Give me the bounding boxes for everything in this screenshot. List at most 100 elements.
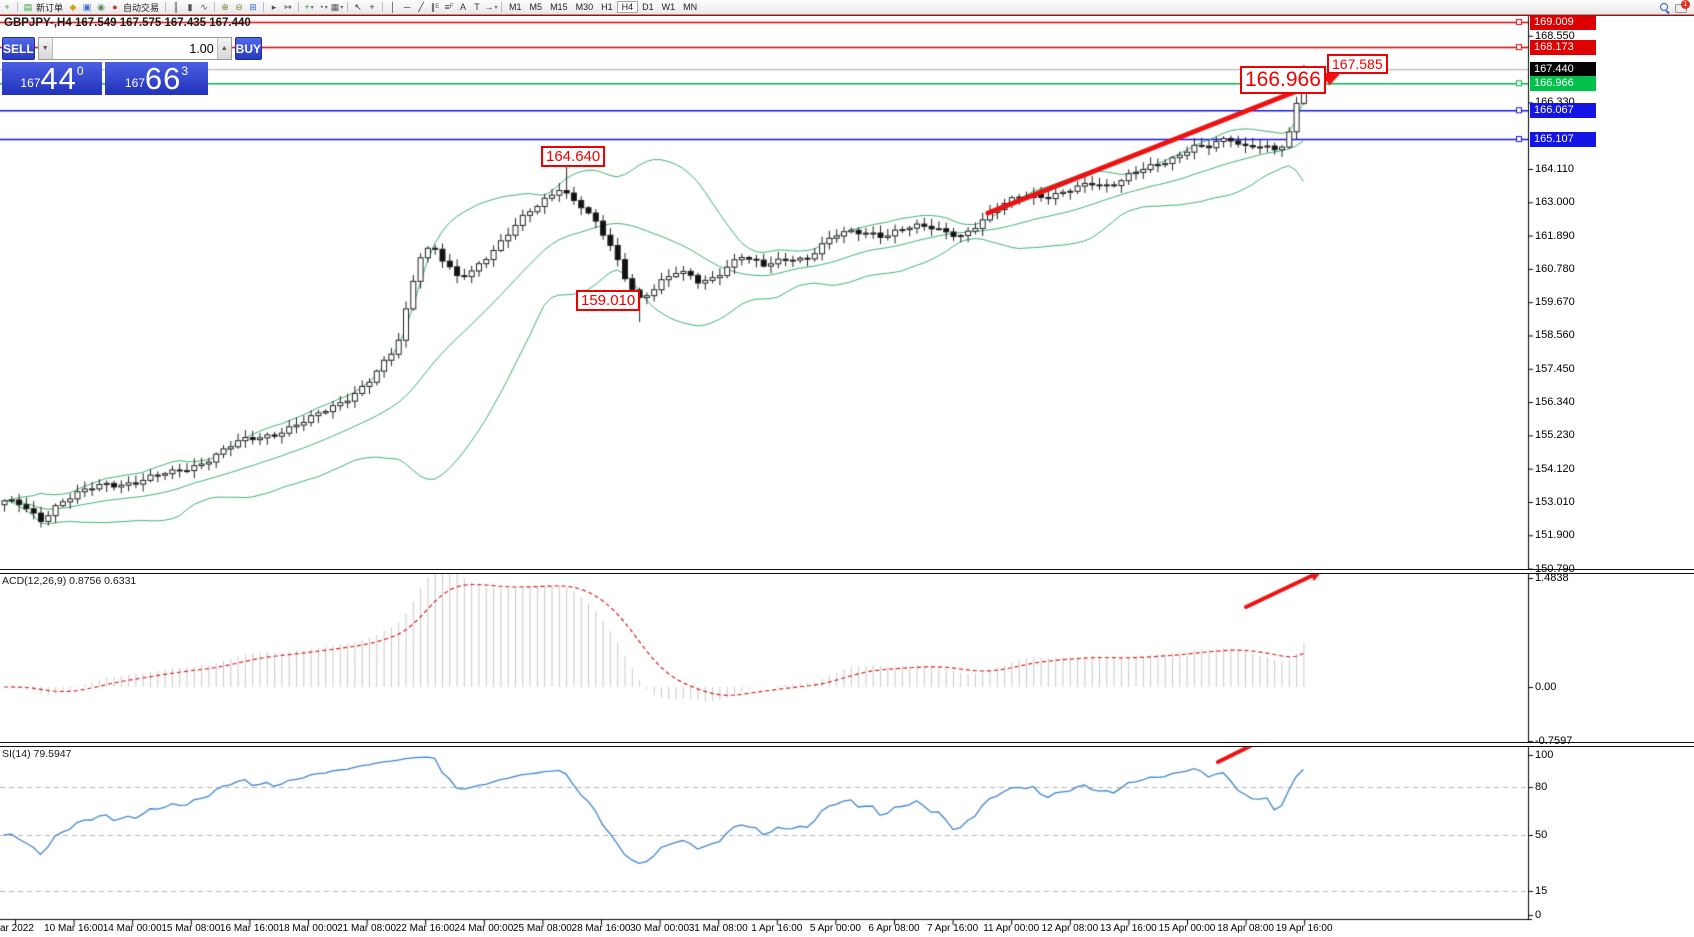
price-axis-tick: 157.450 [1535, 363, 1575, 375]
toolbar-separator [17, 2, 18, 12]
macd-axis-label: -0.7597 [1535, 735, 1572, 747]
auto-trading-button[interactable]: ● [108, 1, 122, 14]
price-axis-tick: 160.780 [1535, 263, 1575, 275]
macd-axis-label: 0.00 [1535, 681, 1556, 693]
bar-chart-icon[interactable]: ║ [169, 1, 183, 14]
new-order-button[interactable]: ▤ [21, 1, 35, 14]
price-axis-tick: 161.890 [1535, 230, 1575, 242]
price-line-label: 165.107 [1530, 132, 1596, 147]
current-price-label: 167.440 [1530, 62, 1596, 77]
volume-increase-button[interactable]: ▲ [217, 38, 231, 59]
time-axis-label: 19 Apr 16:00 [1264, 923, 1344, 934]
timeframe-h1[interactable]: H1 [597, 1, 617, 13]
macd-axis-label: 1.4838 [1535, 572, 1569, 584]
sell-price-main: 44 [40, 62, 76, 95]
toolbar: +▤新订单◆▣◉●自动交易║▮∿⊕⊖⊞▸↦+▾◔▾▦▾↖+│─╱∥E≡FAT→▾… [0, 0, 1694, 15]
toolbar-separator [214, 2, 215, 12]
price-axis-tick: 155.230 [1535, 429, 1575, 441]
toolbar-right-group: 1 [1660, 2, 1688, 13]
candlestick-chart-icon[interactable]: ▮ [183, 1, 197, 14]
rsi-axis-label: 80 [1535, 781, 1547, 793]
rsi-axis-label: 15 [1535, 885, 1547, 897]
rsi-pane-separator[interactable] [0, 742, 1694, 747]
toolbar-separator [165, 2, 166, 12]
timeframe-w1[interactable]: W1 [658, 1, 680, 13]
sell-price-box[interactable]: 167 44 0 [2, 62, 102, 95]
trendline-icon[interactable]: ╱ [414, 1, 428, 14]
crosshair-icon[interactable]: + [365, 1, 379, 14]
price-axis-tick: 163.000 [1535, 196, 1575, 208]
timeframe-d1[interactable]: D1 [638, 1, 658, 13]
templates-icon[interactable]: ▦▾ [330, 1, 344, 14]
arrows-icon[interactable]: →▾ [484, 1, 498, 14]
periods-clock-icon[interactable]: ◔▾ [316, 1, 330, 14]
timeframe-m30[interactable]: M30 [572, 1, 598, 13]
chart-overlay: GBPJPY-,H4 167.549 167.575 167.435 167.4… [0, 0, 1694, 937]
rsi-axis-label: 100 [1535, 749, 1553, 761]
buy-price-box[interactable]: 167 66 3 [105, 62, 208, 95]
market-window-icon[interactable]: ▣ [80, 1, 94, 14]
price-axis-tick: 156.340 [1535, 396, 1575, 408]
chart-shift-icon[interactable]: ↦ [281, 1, 295, 14]
vertical-line-icon[interactable]: │ [386, 1, 400, 14]
macd-pane-separator[interactable] [0, 569, 1694, 574]
price-annotation[interactable]: 159.010 [576, 290, 640, 311]
toolbar-separator [347, 2, 348, 12]
price-annotation[interactable]: 164.640 [541, 146, 605, 167]
new-order-button-label: 新订单 [36, 1, 63, 14]
timeframe-m5[interactable]: M5 [526, 1, 547, 13]
text-label-icon[interactable]: T [470, 1, 484, 14]
buy-price-prefix: 167 [125, 76, 145, 95]
price-line-label: 168.173 [1530, 40, 1596, 55]
price-line-label: 166.067 [1530, 103, 1596, 118]
notifications-icon[interactable]: 1 [1675, 2, 1688, 13]
cursor-icon[interactable]: ↖ [351, 1, 365, 14]
volume-input[interactable] [53, 38, 217, 59]
timeframe-h4[interactable]: H4 [617, 1, 639, 13]
tile-windows-icon[interactable]: ⊞ [246, 1, 260, 14]
toolbar-separator [263, 2, 264, 12]
price-annotation[interactable]: 166.966 [1240, 66, 1326, 94]
timeframe-m1[interactable]: M1 [505, 1, 526, 13]
line-chart-icon[interactable]: ∿ [197, 1, 211, 14]
styler-icon[interactable]: ◆ [66, 1, 80, 14]
price-axis-tick: 153.010 [1535, 496, 1575, 508]
toolbar-separator [501, 2, 502, 12]
timeframe-group: M1M5M15M30H1H4D1W1MN [505, 0, 701, 14]
buy-price-main: 66 [145, 62, 181, 95]
price-line-label: 169.009 [1530, 15, 1596, 30]
buy-button[interactable]: BUY [235, 37, 262, 60]
search-icon[interactable] [1660, 3, 1669, 12]
one-click-trade-panel: SELL ▼ ▲ BUY 167 44 0 167 66 3 [2, 37, 208, 95]
price-line-label: 166.966 [1530, 76, 1596, 91]
mt4-window: +▤新订单◆▣◉●自动交易║▮∿⊕⊖⊞▸↦+▾◔▾▦▾↖+│─╱∥E≡FAT→▾… [0, 0, 1694, 937]
auto-scroll-icon[interactable]: ▸ [267, 1, 281, 14]
toolbar-left-group: +▤新订单◆▣◉●自动交易║▮∿⊕⊖⊞▸↦+▾◔▾▦▾↖+│─╱∥E≡FAT→▾ [0, 0, 505, 14]
price-axis-tick: 164.110 [1535, 163, 1574, 175]
signals-icon[interactable]: ◉ [94, 1, 108, 14]
price-axis-tick: 159.670 [1535, 296, 1575, 308]
indicators-icon[interactable]: +▾ [302, 1, 316, 14]
fibonacci-icon[interactable]: ≡F [442, 1, 456, 14]
rsi-axis-label: 0 [1535, 909, 1541, 921]
toolbar-separator [298, 2, 299, 12]
price-annotation[interactable]: 167.585 [1327, 54, 1388, 74]
price-axis-tick: 151.900 [1535, 529, 1575, 541]
volume-decrease-button[interactable]: ▼ [39, 38, 53, 59]
timeframe-mn[interactable]: MN [679, 1, 701, 13]
chart-title: GBPJPY-,H4 167.549 167.575 167.435 167.4… [4, 17, 251, 29]
toolbar-separator [382, 2, 383, 12]
text-icon[interactable]: A [456, 1, 470, 14]
partial-new-icon[interactable]: + [0, 1, 14, 14]
price-axis-tick: 154.120 [1535, 463, 1575, 475]
horizontal-line-icon[interactable]: ─ [400, 1, 414, 14]
zoom-in-icon[interactable]: ⊕ [218, 1, 232, 14]
equidistant-channel-icon[interactable]: ∥E [428, 1, 442, 14]
rsi-label: SI(14) 79.5947 [2, 748, 71, 760]
notification-badge: 1 [1681, 0, 1690, 9]
buy-price-pip: 3 [181, 62, 188, 95]
timeframe-m15[interactable]: M15 [546, 1, 572, 13]
price-axis-tick: 158.560 [1535, 329, 1575, 341]
zoom-out-icon[interactable]: ⊖ [232, 1, 246, 14]
sell-button[interactable]: SELL [2, 37, 35, 60]
